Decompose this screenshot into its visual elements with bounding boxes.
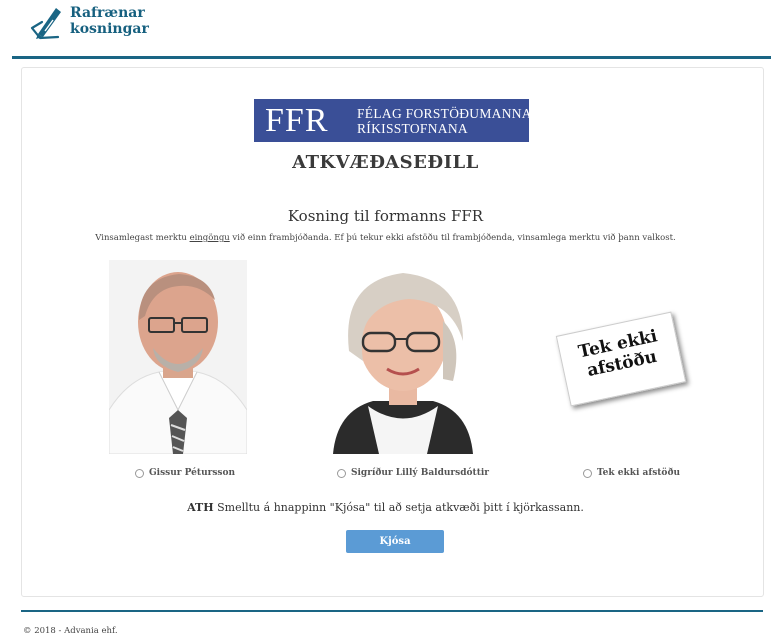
radio-candidate-2[interactable] [337, 468, 346, 478]
vote-note: ATH Smelltu á hnappinn "Kjósa" til að se… [187, 501, 584, 514]
candidate-1-photo[interactable] [109, 260, 247, 454]
option-sigridur-lilly-baldursdottir[interactable]: Sigríður Lillý Baldursdóttir [337, 465, 489, 481]
site-header: Rafrænar kosningar [0, 0, 771, 58]
candidate-2-photo[interactable] [323, 261, 483, 454]
option-label: Sigríður Lillý Baldursdóttir [351, 468, 490, 478]
option-label: Tek ekki afstöðu [597, 468, 680, 478]
ballot-title: ATKVÆÐASEÐILL [292, 152, 479, 173]
logo-line-1: Rafrænar [70, 5, 145, 21]
ffr-logo: FFR FÉLAG FORSTÖÐUMANNA RÍKISSTOFNANA [254, 99, 532, 142]
radio-abstain[interactable] [583, 468, 592, 478]
ffr-name-line-1: FÉLAG FORSTÖÐUMANNA [357, 106, 532, 121]
ffr-name-line-2: RÍKISSTOFNANA [357, 121, 468, 136]
election-title: Kosning til formanns FFR [287, 207, 484, 225]
option-label: Gissur Pétursson [149, 468, 236, 478]
option-gissur-petursson[interactable]: Gissur Pétursson [135, 465, 235, 481]
footer-copyright: © 2018 - Advania ehf. [23, 626, 118, 636]
radio-candidate-1[interactable] [135, 468, 144, 478]
option-abstain[interactable]: Tek ekki afstöðu [583, 465, 680, 481]
ffr-letters: FFR [265, 102, 329, 139]
vote-button[interactable]: Kjósa [346, 530, 444, 553]
site-logo-text[interactable]: Rafrænar kosningar [70, 5, 149, 37]
logo-line-2: kosningar [70, 21, 149, 37]
election-instructions: Vinsamlegast merktu eingöngu við einn fr… [95, 233, 676, 243]
header-divider [12, 56, 771, 59]
footer-divider [21, 610, 763, 612]
abstain-card-text: Tek ekki afstöðu [576, 326, 660, 382]
ballot-pen-icon [30, 8, 61, 40]
